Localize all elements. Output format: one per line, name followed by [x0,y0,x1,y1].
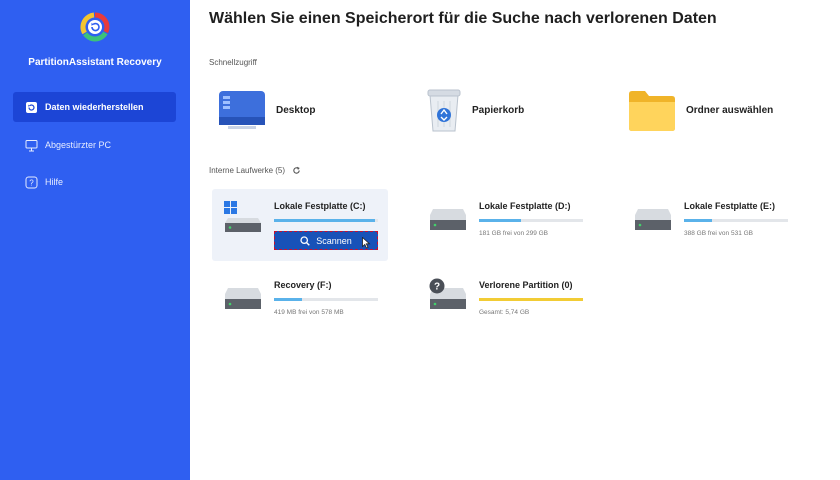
drive-usage-fill [684,219,713,222]
drive-name: Lokale Festplatte (C:) [274,201,366,211]
sidebar-item-label: Hilfe [45,177,64,187]
drive-free-space: 181 GB frei von 299 GB [479,230,549,237]
drive-name: Lokale Festplatte (D:) [479,201,571,211]
internal-drives-label: Interne Laufwerke (5) [209,166,301,175]
quick-item-select-folder[interactable]: Ordner auswählen [628,85,773,135]
drive-usage-bar [274,219,378,222]
sidebar-item-data-recovery[interactable]: Daten wiederherstellen [13,92,176,122]
drive-name: Lokale Festplatte (E:) [684,201,776,211]
main-panel: Wählen Sie einen Speicherort für die Suc… [190,0,840,480]
drive-usage-fill [479,298,583,301]
drive-name: Recovery (F:) [274,280,332,290]
refresh-icon[interactable] [292,166,301,175]
app-logo-icon [80,12,110,42]
quick-access-label: Schnellzugriff [209,58,257,67]
quick-item-label: Papierkorb [472,104,525,116]
hard-drive-icon [635,209,671,230]
drive-usage-bar [479,298,583,301]
hard-drive-icon [225,288,261,309]
recycle-bin-icon [427,89,461,132]
desktop-icon [219,91,265,129]
drive-total-size: Gesamt: 5,74 GB [479,309,530,316]
drive-usage-bar [274,298,378,301]
sidebar-item-crashed-pc[interactable]: Abgestürzter PC [13,130,176,160]
folder-icon [629,91,675,131]
drive-usage-bar [684,219,788,222]
drive-d[interactable]: Lokale Festplatte (D:) 181 GB frei von 2… [417,189,593,261]
hard-drive-icon [430,209,466,230]
svg-text:?: ? [29,178,34,187]
scan-button[interactable]: Scannen [274,231,378,250]
lost-partition[interactable]: ? Verlorene Partition (0) Gesamt: 5,74 G… [417,268,593,340]
sidebar: PartitionAssistant Recovery Daten wieder… [0,0,190,480]
unknown-drive-icon: ? [429,278,466,309]
drive-usage-fill [274,219,375,222]
quick-item-desktop[interactable]: Desktop [218,85,315,135]
monitor-icon [24,138,38,152]
search-icon [300,235,311,246]
drive-e[interactable]: Lokale Festplatte (E:) 388 GB frei von 5… [622,189,798,261]
drive-free-space: 419 MB frei von 578 MB [274,309,344,316]
drive-c[interactable]: Lokale Festplatte (C:) Scannen [212,189,388,261]
scan-button-label: Scannen [316,235,352,246]
svg-text:?: ? [434,282,440,293]
drive-usage-bar [479,219,583,222]
windows-drive-icon [224,201,261,232]
restore-icon [24,100,38,114]
sidebar-item-help[interactable]: ? Hilfe [13,167,176,197]
sidebar-item-label: Daten wiederherstellen [45,102,144,112]
quick-item-label: Desktop [276,104,316,116]
drive-usage-fill [479,219,521,222]
app-name: PartitionAssistant Recovery [28,57,162,68]
mouse-cursor-icon [362,237,371,249]
sidebar-item-label: Abgestürzter PC [45,140,112,150]
drive-free-space: 388 GB frei von 531 GB [684,230,754,237]
drive-name: Verlorene Partition (0) [479,280,573,290]
quick-item-label: Ordner auswählen [686,104,774,116]
page-title: Wählen Sie einen Speicherort für die Suc… [209,10,717,27]
help-icon: ? [24,175,38,189]
drive-f[interactable]: Recovery (F:) 419 MB frei von 578 MB [212,268,388,340]
quick-item-recycle-bin[interactable]: Papierkorb [426,85,524,135]
drive-usage-fill [274,298,303,301]
